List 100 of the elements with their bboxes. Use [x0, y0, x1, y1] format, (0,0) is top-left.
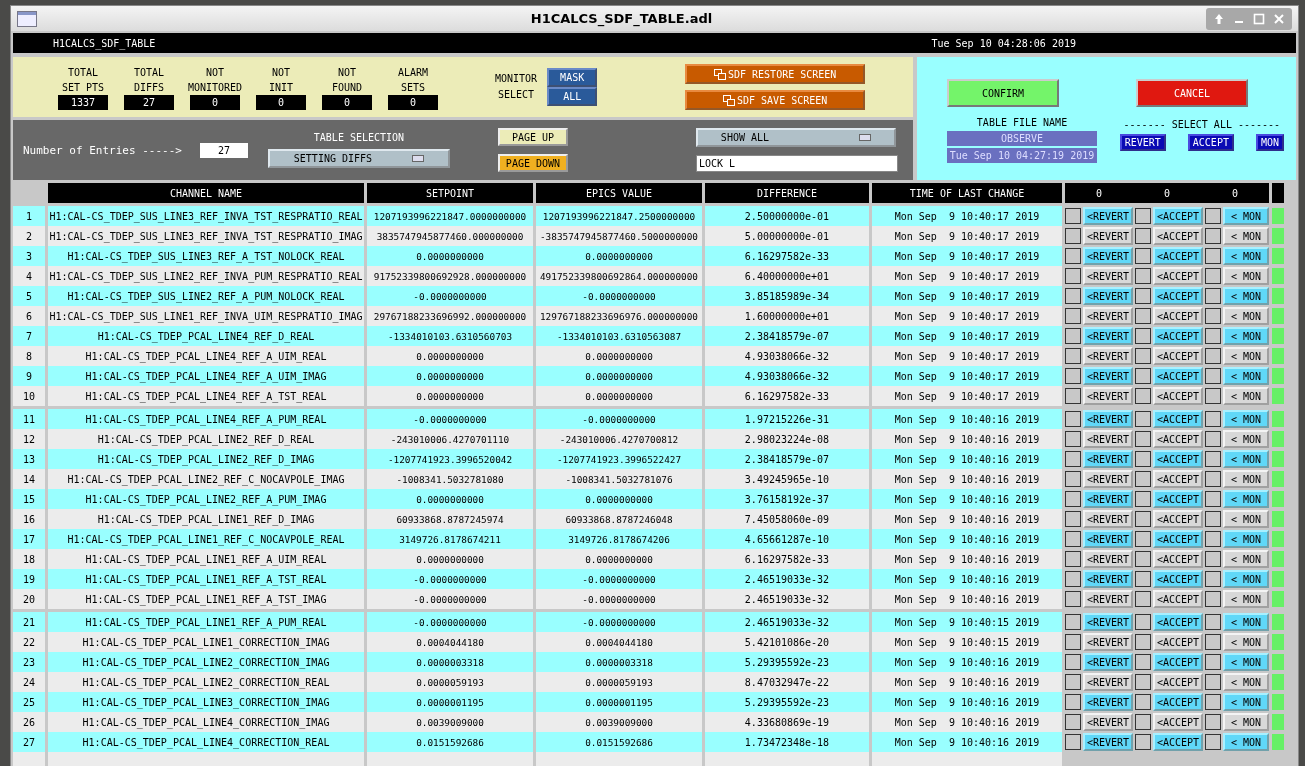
checkbox[interactable] — [1065, 614, 1081, 630]
checkbox[interactable] — [1135, 674, 1151, 690]
checkbox[interactable] — [1135, 694, 1151, 710]
checkbox[interactable] — [1205, 228, 1221, 244]
checkbox[interactable] — [1065, 714, 1081, 730]
row-action-button[interactable]: <REVERT — [1083, 410, 1133, 428]
entries-field[interactable]: 27 — [199, 142, 248, 158]
row-action-button[interactable]: <ACCEPT — [1153, 347, 1203, 365]
checkbox[interactable] — [1205, 674, 1221, 690]
row-action-button[interactable]: < MON — [1223, 450, 1269, 468]
row-action-button[interactable]: <REVERT — [1083, 490, 1133, 508]
row-action-button[interactable]: <ACCEPT — [1153, 267, 1203, 285]
monitor-button[interactable]: MASK — [547, 68, 598, 87]
checkbox[interactable] — [1135, 328, 1151, 344]
row-action-button[interactable]: < MON — [1223, 713, 1269, 731]
checkbox[interactable] — [1205, 431, 1221, 447]
monitor-button[interactable]: ALL — [547, 87, 598, 106]
window-icon[interactable] — [17, 10, 37, 27]
checkbox[interactable] — [1205, 268, 1221, 284]
checkbox[interactable] — [1205, 551, 1221, 567]
checkbox[interactable] — [1135, 388, 1151, 404]
row-action-button[interactable]: < MON — [1223, 733, 1269, 751]
row-action-button[interactable]: < MON — [1223, 633, 1269, 651]
row-action-button[interactable]: < MON — [1223, 570, 1269, 588]
checkbox[interactable] — [1135, 368, 1151, 384]
checkbox[interactable] — [1065, 634, 1081, 650]
row-action-button[interactable]: <REVERT — [1083, 570, 1133, 588]
checkbox[interactable] — [1065, 411, 1081, 427]
checkbox[interactable] — [1065, 288, 1081, 304]
checkbox[interactable] — [1065, 431, 1081, 447]
checkbox[interactable] — [1205, 634, 1221, 650]
row-action-button[interactable]: <REVERT — [1083, 367, 1133, 385]
checkbox[interactable] — [1135, 228, 1151, 244]
row-action-button[interactable]: <ACCEPT — [1153, 673, 1203, 691]
checkbox[interactable] — [1135, 451, 1151, 467]
row-action-button[interactable]: <REVERT — [1083, 387, 1133, 405]
row-action-button[interactable]: <ACCEPT — [1153, 613, 1203, 631]
row-action-button[interactable]: <REVERT — [1083, 307, 1133, 325]
row-action-button[interactable]: <ACCEPT — [1153, 713, 1203, 731]
row-action-button[interactable]: <REVERT — [1083, 733, 1133, 751]
row-action-button[interactable]: < MON — [1223, 207, 1269, 225]
checkbox[interactable] — [1065, 388, 1081, 404]
row-action-button[interactable]: <ACCEPT — [1153, 410, 1203, 428]
checkbox[interactable] — [1065, 471, 1081, 487]
checkbox[interactable] — [1135, 654, 1151, 670]
checkbox[interactable] — [1205, 591, 1221, 607]
row-action-button[interactable]: < MON — [1223, 613, 1269, 631]
row-action-button[interactable]: < MON — [1223, 590, 1269, 608]
row-action-button[interactable]: < MON — [1223, 287, 1269, 305]
row-action-button[interactable]: <REVERT — [1083, 207, 1133, 225]
checkbox[interactable] — [1065, 491, 1081, 507]
checkbox[interactable] — [1065, 328, 1081, 344]
row-action-button[interactable]: < MON — [1223, 327, 1269, 345]
checkbox[interactable] — [1135, 268, 1151, 284]
row-action-button[interactable]: <REVERT — [1083, 327, 1133, 345]
row-action-button[interactable]: <REVERT — [1083, 430, 1133, 448]
checkbox[interactable] — [1205, 288, 1221, 304]
row-action-button[interactable]: <ACCEPT — [1153, 470, 1203, 488]
checkbox[interactable] — [1135, 248, 1151, 264]
checkbox[interactable] — [1135, 551, 1151, 567]
checkbox[interactable] — [1135, 531, 1151, 547]
checkbox[interactable] — [1205, 571, 1221, 587]
checkbox[interactable] — [1135, 571, 1151, 587]
row-action-button[interactable]: <REVERT — [1083, 550, 1133, 568]
row-action-button[interactable]: <ACCEPT — [1153, 450, 1203, 468]
page-button[interactable]: PAGE DOWN — [497, 154, 568, 172]
checkbox[interactable] — [1065, 551, 1081, 567]
row-action-button[interactable]: <ACCEPT — [1153, 387, 1203, 405]
row-action-button[interactable]: < MON — [1223, 247, 1269, 265]
row-action-button[interactable]: < MON — [1223, 653, 1269, 671]
checkbox[interactable] — [1065, 451, 1081, 467]
row-action-button[interactable]: <REVERT — [1083, 227, 1133, 245]
row-action-button[interactable]: <REVERT — [1083, 633, 1133, 651]
row-action-button[interactable]: <ACCEPT — [1153, 733, 1203, 751]
checkbox[interactable] — [1205, 694, 1221, 710]
row-action-button[interactable]: <ACCEPT — [1153, 550, 1203, 568]
checkbox[interactable] — [1065, 694, 1081, 710]
row-action-button[interactable]: < MON — [1223, 430, 1269, 448]
checkbox[interactable] — [1135, 208, 1151, 224]
checkbox[interactable] — [1065, 248, 1081, 264]
row-action-button[interactable]: <REVERT — [1083, 510, 1133, 528]
row-action-button[interactable]: < MON — [1223, 387, 1269, 405]
row-action-button[interactable]: <ACCEPT — [1153, 570, 1203, 588]
row-action-button[interactable]: <ACCEPT — [1153, 227, 1203, 245]
checkbox[interactable] — [1135, 614, 1151, 630]
row-action-button[interactable]: < MON — [1223, 410, 1269, 428]
row-action-button[interactable]: < MON — [1223, 227, 1269, 245]
row-action-button[interactable]: <REVERT — [1083, 613, 1133, 631]
row-action-button[interactable]: <ACCEPT — [1153, 633, 1203, 651]
checkbox[interactable] — [1065, 348, 1081, 364]
row-action-button[interactable]: <REVERT — [1083, 673, 1133, 691]
action-button[interactable]: CANCEL — [1136, 79, 1248, 107]
row-action-button[interactable]: <REVERT — [1083, 470, 1133, 488]
checkbox[interactable] — [1065, 368, 1081, 384]
checkbox[interactable] — [1205, 388, 1221, 404]
row-action-button[interactable]: < MON — [1223, 490, 1269, 508]
row-action-button[interactable]: < MON — [1223, 470, 1269, 488]
row-action-button[interactable]: <REVERT — [1083, 590, 1133, 608]
row-action-button[interactable]: <ACCEPT — [1153, 247, 1203, 265]
checkbox[interactable] — [1065, 734, 1081, 750]
